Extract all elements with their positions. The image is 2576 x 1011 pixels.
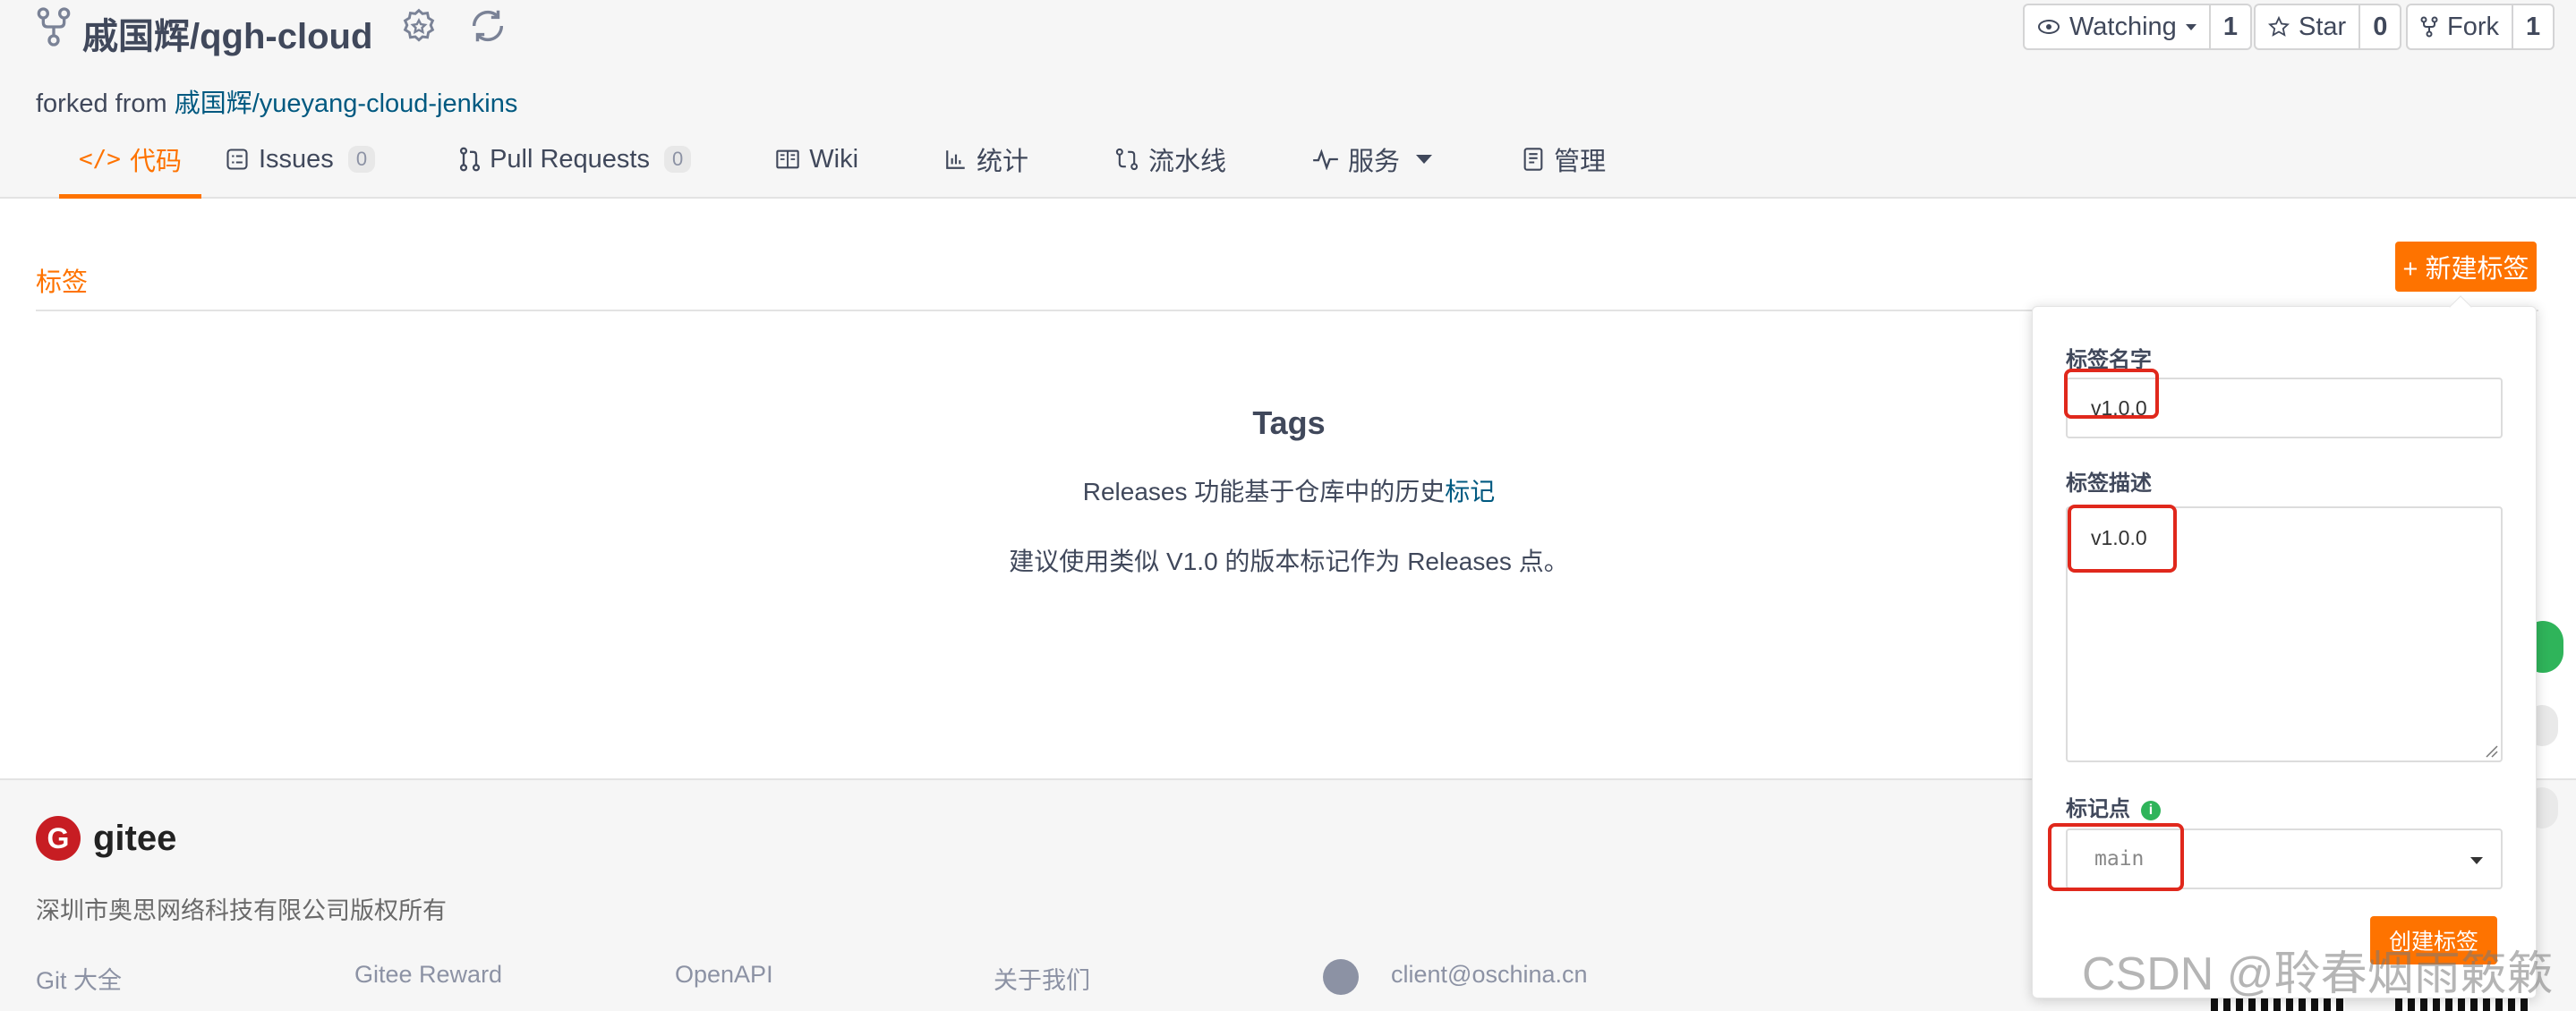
star-button[interactable]: Star bbox=[2256, 5, 2361, 48]
issues-count-badge: 0 bbox=[347, 146, 376, 173]
tab-services-label: 服务 bbox=[1348, 148, 1401, 176]
eye-icon bbox=[2038, 20, 2060, 34]
watch-button[interactable]: Watching bbox=[2025, 5, 2211, 48]
empty-state-link[interactable]: 标记 bbox=[1445, 478, 1495, 506]
new-tag-button[interactable]: + 新建标签 bbox=[2395, 242, 2537, 292]
star-button-group: Star 0 bbox=[2254, 4, 2402, 50]
fork-button[interactable]: Fork bbox=[2408, 5, 2513, 48]
tab-manage-label: 管理 bbox=[1554, 148, 1607, 176]
fork-small-icon bbox=[2420, 16, 2438, 38]
pull-requests-count-badge: 0 bbox=[664, 146, 692, 173]
tag-point-label: 标记点 i bbox=[2066, 791, 2161, 822]
tab-issues-label: Issues bbox=[258, 144, 334, 174]
highlight-box bbox=[2064, 369, 2159, 419]
book-icon bbox=[776, 149, 799, 169]
empty-state-line1: Releases 功能基于仓库中的历史标记 bbox=[806, 472, 1772, 508]
highlight-box bbox=[2048, 823, 2184, 891]
recommend-badge-icon[interactable] bbox=[399, 7, 439, 47]
forked-from: forked from 戚国辉/yueyang-cloud-jenkins bbox=[36, 82, 517, 120]
tab-pipeline-label: 流水线 bbox=[1148, 148, 1227, 176]
star-icon bbox=[2268, 16, 2290, 37]
empty-state-line2: 建议使用类似 V1.0 的版本标记作为 Releases 点。 bbox=[1009, 548, 1569, 575]
settings-doc-icon bbox=[1523, 148, 1543, 171]
empty-state-line1-text: Releases 功能基于仓库中的历史 bbox=[1082, 478, 1446, 506]
tag-description-label: 标签描述 bbox=[2066, 472, 2152, 496]
section-title: 标签 bbox=[36, 268, 89, 297]
forked-from-prefix: forked from bbox=[36, 89, 175, 118]
pipeline-icon bbox=[1115, 148, 1139, 171]
chevron-down-icon bbox=[2470, 857, 2483, 864]
tab-pipeline[interactable]: 流水线 bbox=[1114, 134, 1226, 184]
chevron-down-icon bbox=[1416, 155, 1433, 164]
chevron-down-icon bbox=[2185, 23, 2196, 30]
pulse-icon bbox=[1313, 149, 1338, 170]
tab-stats-label: 统计 bbox=[977, 148, 1029, 176]
footer-link-about[interactable]: 关于我们 bbox=[994, 961, 1090, 996]
resize-handle-icon[interactable] bbox=[2485, 744, 2499, 759]
tab-pull-requests-label: Pull Requests bbox=[490, 144, 650, 174]
tab-code[interactable]: </> 代码 bbox=[59, 134, 201, 199]
fork-button-group: Fork 1 bbox=[2406, 4, 2555, 50]
repo-nav: </> 代码 Issues 0 Pull Requests 0 Wiki 统计 … bbox=[36, 134, 1606, 199]
tab-pull-requests[interactable]: Pull Requests 0 bbox=[459, 134, 692, 184]
empty-state-title: Tags bbox=[1252, 404, 1326, 441]
issues-icon bbox=[226, 149, 248, 170]
watch-count[interactable]: 1 bbox=[2211, 5, 2250, 48]
gitee-logo-text: gitee bbox=[93, 818, 177, 858]
code-icon: </> bbox=[79, 146, 121, 173]
forked-from-link[interactable]: 戚国辉/yueyang-cloud-jenkins bbox=[175, 89, 518, 118]
gitee-logo-icon: G bbox=[36, 816, 81, 861]
tab-issues[interactable]: Issues 0 bbox=[225, 134, 376, 184]
watch-button-group: Watching 1 bbox=[2023, 4, 2252, 50]
watch-label: Watching bbox=[2069, 12, 2177, 41]
fork-icon bbox=[37, 7, 71, 47]
tab-wiki-label: Wiki bbox=[809, 144, 859, 174]
bar-chart-icon bbox=[946, 150, 965, 169]
footer-logo[interactable]: G gitee bbox=[36, 816, 176, 861]
highlight-box bbox=[2068, 505, 2177, 573]
watermark: CSDN @聆春烟雨簌簌 bbox=[2082, 948, 2554, 1000]
pull-request-icon bbox=[459, 147, 481, 172]
mail-icon bbox=[1323, 959, 1359, 995]
footer-link-git[interactable]: Git 大全 bbox=[36, 961, 122, 996]
footer-email[interactable]: client@oschina.cn bbox=[1391, 961, 1588, 989]
tab-services[interactable]: 服务 bbox=[1312, 134, 1433, 184]
footer-link-openapi[interactable]: OpenAPI bbox=[675, 961, 773, 989]
tab-wiki[interactable]: Wiki bbox=[775, 134, 858, 184]
fork-label: Fork bbox=[2447, 12, 2499, 41]
footer-link-reward[interactable]: Gitee Reward bbox=[354, 961, 502, 989]
fork-count[interactable]: 1 bbox=[2513, 5, 2553, 48]
tab-code-label: 代码 bbox=[129, 148, 182, 176]
tab-stats[interactable]: 统计 bbox=[944, 134, 1028, 184]
sync-icon[interactable] bbox=[467, 5, 508, 47]
tag-point-label-text: 标记点 bbox=[2066, 797, 2130, 821]
star-label: Star bbox=[2299, 12, 2347, 41]
copyright: 深圳市奥思网络科技有限公司版权所有 bbox=[36, 897, 447, 924]
repo-title[interactable]: 戚国辉/qgh-cloud bbox=[82, 7, 372, 59]
star-count[interactable]: 0 bbox=[2360, 5, 2400, 48]
tab-manage[interactable]: 管理 bbox=[1522, 134, 1606, 184]
info-icon[interactable]: i bbox=[2141, 800, 2161, 820]
